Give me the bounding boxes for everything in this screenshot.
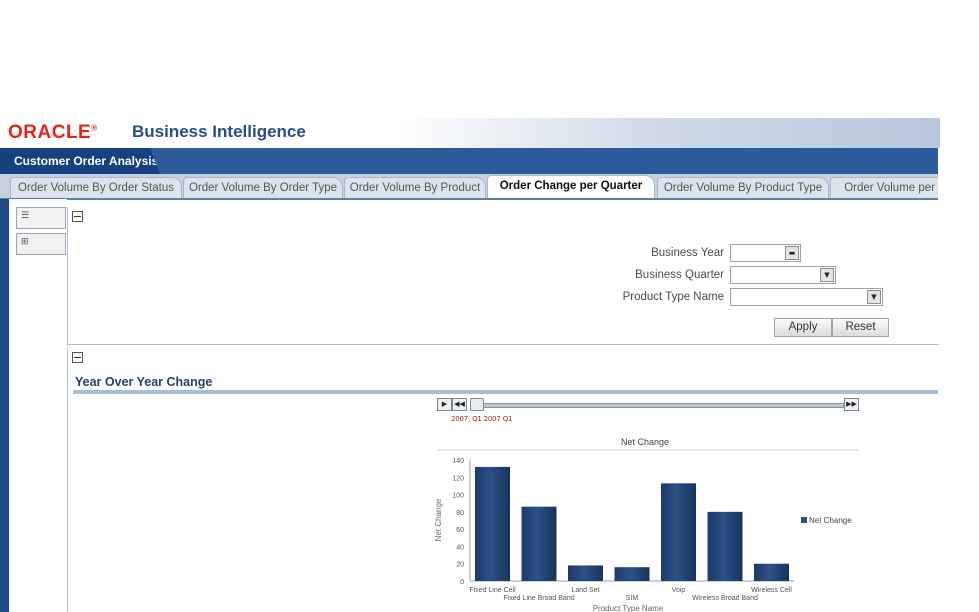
x-tick-label: Land Set — [571, 587, 599, 594]
tab-order-volume-by-order-status[interactable]: Order Volume By Order Status — [10, 177, 182, 198]
logo-text: ORACLE — [8, 122, 92, 143]
business-year-label: Business Year — [651, 247, 724, 259]
reset-button[interactable]: Reset — [832, 318, 889, 337]
expand-icon: ⊞ — [21, 237, 29, 247]
product-type-select[interactable]: ▼ — [730, 288, 883, 306]
bar[interactable] — [568, 565, 603, 581]
dropdown-arrow-icon[interactable]: ▼ — [867, 290, 881, 304]
sidebar — [9, 199, 67, 612]
business-year-select[interactable]: ▬ — [730, 244, 801, 262]
sidebar-collapse-button[interactable]: ☰ — [16, 207, 66, 229]
x-tick-label: Fixed Line Cell — [469, 587, 516, 594]
slider-track[interactable] — [472, 403, 844, 408]
oracle-logo: ORACLE® — [8, 122, 98, 143]
tab-label: Order Volume per M — [844, 182, 938, 194]
y-tick-label: 20 — [456, 562, 464, 569]
dropdown-arrow-icon[interactable]: ▼ — [820, 268, 834, 282]
tab-label: Order Change per Quarter — [499, 180, 643, 192]
tab-label: Order Volume By Product — [349, 182, 481, 194]
collapse-icon: ☰ — [21, 211, 30, 221]
play-button[interactable]: ▶ — [437, 398, 452, 411]
y-axis-label: Net Change — [434, 498, 443, 541]
previous-button[interactable]: ◀◀ — [452, 398, 467, 411]
x-tick-label: Fixed Line Broad Band — [503, 595, 574, 602]
dropdown-arrow-icon[interactable]: ▬ — [785, 246, 799, 260]
chart-title: Net Change — [621, 437, 669, 447]
bar[interactable] — [521, 506, 557, 581]
collapse-icon[interactable] — [72, 352, 83, 363]
product-title: Business Intelligence — [132, 122, 306, 141]
y-tick-label: 60 — [456, 527, 464, 534]
tab-label: Order Volume By Product Type — [663, 182, 823, 194]
bar[interactable] — [754, 563, 789, 581]
tab-order-volume-by-order-type[interactable]: Order Volume By Order Type — [183, 177, 343, 198]
tab-order-volume-by-product[interactable]: Order Volume By Product — [344, 177, 486, 198]
y-tick-label: 80 — [456, 510, 464, 517]
legend-label: Net Change — [809, 516, 852, 525]
tab-order-volume-per-month[interactable]: Order Volume per M — [830, 177, 938, 198]
chart-legend: Net Change — [801, 516, 852, 525]
business-quarter-select[interactable]: ▼ — [730, 266, 836, 284]
bar[interactable] — [661, 483, 696, 581]
x-tick-label: Wireless Cell — [751, 587, 792, 594]
next-button[interactable]: ▶▶ — [844, 398, 859, 411]
y-tick-label: 40 — [456, 544, 464, 551]
y-tick-label: 100 — [452, 493, 464, 500]
bar[interactable] — [614, 567, 650, 581]
collapse-icon[interactable] — [72, 211, 83, 222]
tab-label: Order Volume By Order Type — [188, 182, 338, 194]
apply-button[interactable]: Apply — [774, 318, 832, 337]
section-divider — [73, 390, 938, 394]
tick-group: 140 120 100 80 60 40 20 0 — [452, 458, 464, 586]
product-type-label: Product Type Name — [622, 291, 724, 303]
dashboard-tab-label: Customer Order Analysis — [14, 154, 159, 168]
tab-order-change-per-quarter[interactable]: Order Change per Quarter — [487, 175, 655, 198]
x-tick-label: SIM — [626, 595, 639, 602]
left-accent-strip — [0, 199, 9, 612]
bar[interactable] — [475, 466, 510, 581]
y-tick-label: 120 — [452, 475, 464, 482]
legend-swatch — [801, 517, 807, 523]
x-tick-label: Voip — [672, 587, 686, 594]
tab-order-volume-by-product-type[interactable]: Order Volume By Product Type — [657, 177, 829, 198]
y-tick-label: 0 — [460, 579, 464, 586]
x-axis-label: Product Type Name — [593, 604, 664, 612]
sidebar-expand-button[interactable]: ⊞ — [16, 233, 66, 255]
page-tab-bar: Order Volume By Order Status Order Volum… — [0, 174, 938, 200]
bar[interactable] — [707, 511, 743, 581]
slider-thumb[interactable] — [470, 398, 484, 411]
bar-group: Fixed Line CellFixed Line Broad BandLand… — [469, 466, 792, 602]
section-title: Year Over Year Change — [75, 375, 213, 389]
dashboard-tab[interactable]: Customer Order Analysis — [0, 148, 160, 174]
y-tick-label: 140 — [452, 458, 464, 465]
slider-value-label: 2007, Q1 2007 Q1 — [451, 415, 513, 423]
bar-chart: Net Change Net Change Product Type Name … — [434, 437, 858, 612]
x-tick-label: Wireless Broad Band — [692, 595, 758, 602]
business-quarter-label: Business Quarter — [635, 269, 724, 281]
tab-label: Order Volume By Order Status — [18, 182, 174, 194]
